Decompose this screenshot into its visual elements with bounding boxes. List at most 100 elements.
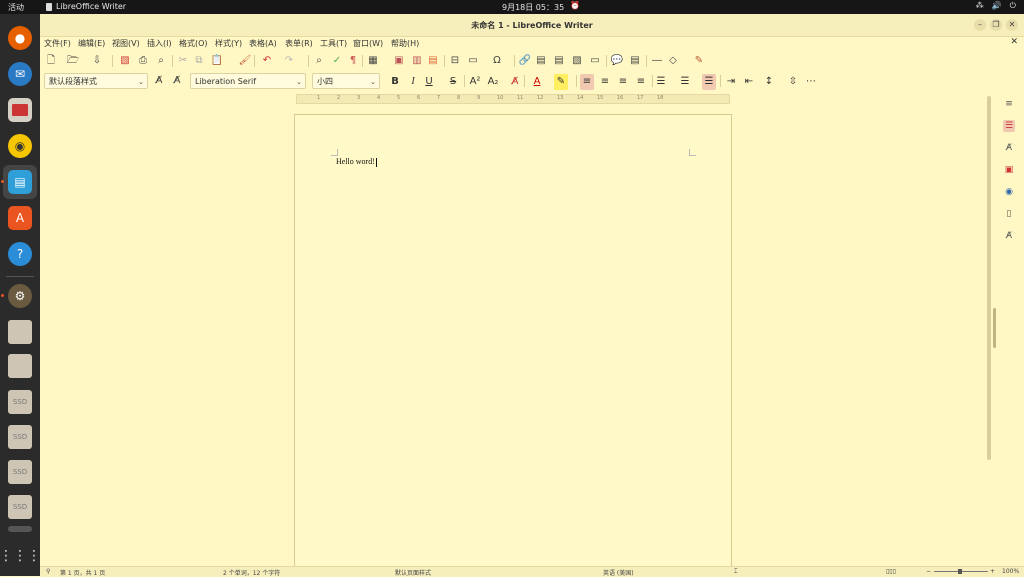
subscript-icon[interactable]: A₂ xyxy=(486,74,500,90)
drive-icon[interactable] xyxy=(8,354,32,378)
clock[interactable]: 9月18日 05：35 xyxy=(502,2,564,13)
chevron-down-icon[interactable]: ⌄ xyxy=(138,74,144,90)
help-icon[interactable]: ? xyxy=(8,242,32,266)
italic-button[interactable]: I xyxy=(406,74,420,90)
align-left-button[interactable]: ≡ xyxy=(580,74,594,90)
undo-icon[interactable]: ↶ xyxy=(260,54,274,68)
libreoffice-writer-icon[interactable]: ▤ xyxy=(8,170,32,194)
paragraph-spacing-icon[interactable]: ⇳ xyxy=(786,74,800,90)
menu-file[interactable]: 文件(F) xyxy=(44,38,71,49)
thunderbird-icon[interactable]: ✉ xyxy=(8,62,32,86)
properties-icon[interactable]: ☰ xyxy=(1003,120,1015,132)
sidebar-menu-icon[interactable]: ≡ xyxy=(1003,98,1015,110)
document-page[interactable]: Hello word! xyxy=(294,114,732,577)
draw-icon[interactable]: ✎ xyxy=(692,54,706,68)
increase-indent-icon[interactable]: ⇥ xyxy=(724,74,738,90)
update-style-icon[interactable]: A̸ xyxy=(152,74,166,88)
gallery-icon[interactable]: ▣ xyxy=(1003,164,1015,176)
open-icon[interactable]: 🗁 xyxy=(66,54,80,68)
align-center-button[interactable]: ≡ xyxy=(598,74,612,90)
cut-icon[interactable]: ✂ xyxy=(176,54,190,68)
outline-icon[interactable]: ☰ xyxy=(702,74,716,90)
footnote-icon[interactable]: ▤ xyxy=(534,54,548,68)
print-icon[interactable]: ⎙ xyxy=(136,54,150,68)
ssd-drive-icon[interactable]: SSD xyxy=(8,460,32,484)
maximize-button[interactable]: ❐ xyxy=(990,19,1002,31)
save-icon[interactable]: ⇩ xyxy=(90,54,104,68)
spelling-icon[interactable]: ✓ xyxy=(330,54,344,68)
bullet-list-icon[interactable]: ☰ xyxy=(654,74,668,90)
cross-reference-icon[interactable]: ▭ xyxy=(588,54,602,68)
insert-line-icon[interactable]: ― xyxy=(650,54,664,68)
zoom-slider-handle[interactable] xyxy=(958,569,962,574)
menu-help[interactable]: 帮助(H) xyxy=(391,38,419,49)
insert-chart-icon[interactable]: ▥ xyxy=(410,54,424,68)
formatting-marks-icon[interactable]: ¶ xyxy=(346,54,360,68)
zoom-level[interactable]: 100% xyxy=(1002,568,1019,575)
navigator-icon[interactable]: ◉ xyxy=(1003,186,1015,198)
new-document-icon[interactable]: 🗋 xyxy=(44,54,58,68)
menu-insert[interactable]: 插入(I) xyxy=(147,38,172,49)
files-icon[interactable] xyxy=(8,98,32,122)
export-pdf-icon[interactable]: ▧ xyxy=(118,54,132,68)
new-style-icon[interactable]: A̸ xyxy=(170,74,184,88)
insert-table-icon[interactable]: ▦ xyxy=(366,54,380,68)
menu-form[interactable]: 表单(R) xyxy=(285,38,313,49)
page-icon[interactable]: ▯ xyxy=(1003,208,1015,220)
trash-icon[interactable] xyxy=(8,526,32,532)
settings-icon[interactable]: ⚙ xyxy=(8,284,32,308)
more-options-icon[interactable]: ⋯ xyxy=(804,74,818,90)
navigator-status-icon[interactable]: ⚲ xyxy=(46,568,50,575)
close-document-icon[interactable]: ✕ xyxy=(1010,37,1018,47)
insert-comment-icon[interactable]: 💬 xyxy=(610,54,624,68)
menu-view[interactable]: 视图(V) xyxy=(112,38,140,49)
show-apps-icon[interactable]: ⋮⋮⋮ xyxy=(0,544,41,568)
zoom-in-button[interactable]: + xyxy=(990,568,995,575)
superscript-icon[interactable]: A² xyxy=(468,74,482,90)
justify-button[interactable]: ≡ xyxy=(634,74,648,90)
menu-edit[interactable]: 编辑(E) xyxy=(78,38,105,49)
hyperlink-icon[interactable]: 🔗 xyxy=(518,54,532,68)
font-name-combo[interactable]: Liberation Serif ⌄ xyxy=(190,73,306,89)
chevron-down-icon[interactable]: ⌄ xyxy=(370,74,376,90)
chevron-down-icon[interactable]: ⌄ xyxy=(296,74,302,90)
rhythmbox-icon[interactable]: ◉ xyxy=(8,134,32,158)
font-size-combo[interactable]: 小四 ⌄ xyxy=(312,73,380,89)
numbered-list-icon[interactable]: ☰ xyxy=(678,74,692,90)
ssd-drive-icon[interactable]: SSD xyxy=(8,495,32,519)
menu-format[interactable]: 格式(O) xyxy=(179,38,208,49)
minimize-button[interactable]: – xyxy=(974,19,986,31)
bookmark-icon[interactable]: ▧ xyxy=(570,54,584,68)
title-bar[interactable]: 未命名 1 - LibreOffice Writer – ❐ ✕ xyxy=(40,14,1024,37)
insert-field-icon[interactable]: ▭ xyxy=(466,54,480,68)
drive-icon[interactable] xyxy=(8,320,32,344)
underline-button[interactable]: U xyxy=(422,74,436,90)
ssd-drive-icon[interactable]: SSD xyxy=(8,390,32,414)
strikethrough-button[interactable]: S xyxy=(446,74,460,90)
paragraph-style-combo[interactable]: 默认段落样式 ⌄ xyxy=(44,73,148,89)
bold-button[interactable]: B xyxy=(388,74,402,90)
paste-icon[interactable]: 📋 xyxy=(210,54,224,68)
redo-icon[interactable]: ↷ xyxy=(282,54,296,68)
clear-formatting-icon[interactable]: A̸ xyxy=(508,74,522,90)
font-color-icon[interactable]: A xyxy=(530,74,544,90)
copy-icon[interactable]: ⧉ xyxy=(192,54,206,68)
close-button[interactable]: ✕ xyxy=(1006,19,1018,31)
menu-window[interactable]: 窗口(W) xyxy=(353,38,383,49)
page-break-icon[interactable]: ⊟ xyxy=(448,54,462,68)
basic-shapes-icon[interactable]: ◇ xyxy=(666,54,680,68)
track-changes-icon[interactable]: ▤ xyxy=(628,54,642,68)
vertical-scrollbar[interactable] xyxy=(987,96,991,460)
menu-styles[interactable]: 样式(Y) xyxy=(215,38,242,49)
view-layout-icons[interactable]: ▯▯▯ xyxy=(886,568,896,575)
horizontal-ruler[interactable]: 1 2 3 4 5 6 7 8 9 10 11 12 13 14 15 16 1… xyxy=(296,94,730,104)
menu-tools[interactable]: 工具(T) xyxy=(320,38,347,49)
highlight-color-icon[interactable]: ✎ xyxy=(554,74,568,90)
firefox-icon[interactable]: ● xyxy=(8,26,32,50)
insert-textbox-icon[interactable]: ▤ xyxy=(426,54,440,68)
system-tray[interactable]: ⁂ 🔊 ⏻ xyxy=(976,1,1016,11)
align-right-button[interactable]: ≡ xyxy=(616,74,630,90)
menu-table[interactable]: 表格(A) xyxy=(249,38,277,49)
ssd-drive-icon[interactable]: SSD xyxy=(8,425,32,449)
insert-mode-icon[interactable]: ⌶ xyxy=(734,568,738,576)
